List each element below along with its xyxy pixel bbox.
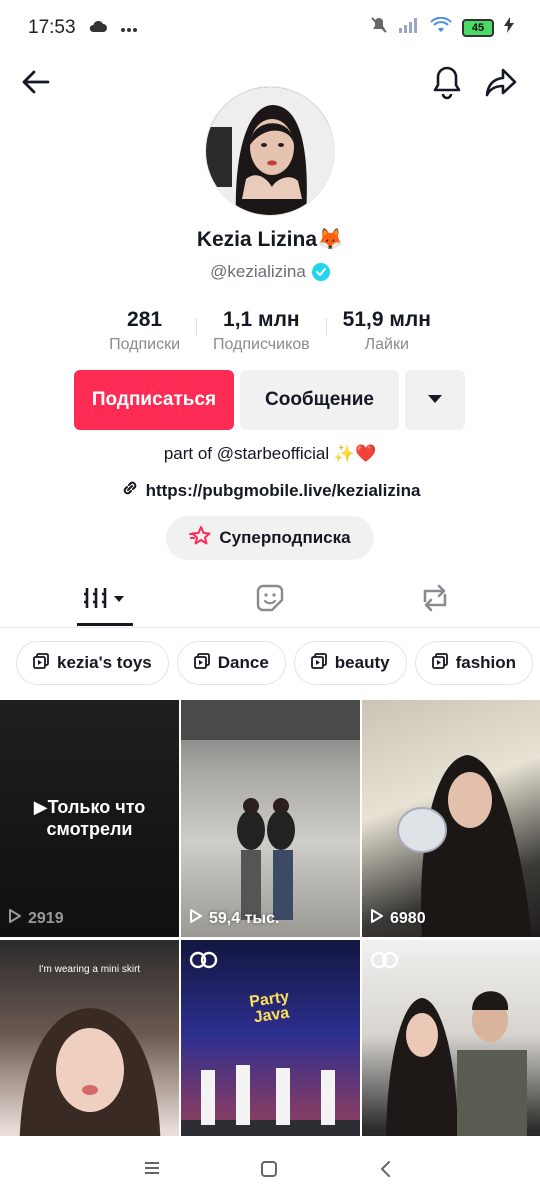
playlist-label: Dance [217, 653, 269, 672]
recently-watched-label: ▶Только что смотрели [33, 797, 146, 839]
system-nav-bar [0, 1140, 540, 1200]
video-thumbnail[interactable]: Party Java [181, 940, 360, 1136]
profile-name: Kezia Lizina🦊 [0, 228, 540, 252]
playlist-label: fashion [455, 653, 517, 672]
videos-grid-icon [83, 585, 127, 616]
profile-handle-row: @kezializina [0, 262, 540, 282]
following-label: Подписки [109, 336, 180, 353]
video-grid: ▶Только что смотрели 2919 59,4 тыс. 6980… [0, 700, 540, 1136]
profile-stats: 281 Подписки 1,1 млн Подписчиков 51,9 мл… [60, 308, 480, 358]
playlist-chip[interactable]: beauty [293, 641, 407, 685]
sticker-smile-icon [255, 583, 285, 618]
video-caption: I'm wearing a mini skirt [38, 964, 141, 975]
verified-badge-icon [311, 263, 330, 281]
link-icon [120, 478, 140, 503]
stat-following[interactable]: 281 Подписки [93, 308, 196, 354]
stage-sign: Party Java [248, 988, 291, 1027]
video-thumbnail[interactable]: 6980 [362, 700, 540, 937]
superfollow-label: Суперподписка [219, 528, 351, 547]
play-small-icon: ▶ [33, 797, 48, 817]
status-bar: 17:53 45 [0, 0, 540, 56]
playlist-icon [33, 652, 49, 674]
video-thumbnail[interactable]: 59,4 тыс. [181, 700, 360, 937]
caret-down-icon [427, 391, 443, 409]
likes-label: Лайки [364, 336, 409, 353]
profile-tabs [0, 572, 540, 628]
duo-scene [386, 991, 527, 1136]
share-icon[interactable] [484, 64, 518, 100]
signal-icon [398, 17, 420, 39]
playlist-icon [310, 652, 327, 674]
play-outline-icon [370, 908, 384, 929]
tab-liked[interactable] [246, 572, 294, 628]
playlist-chip[interactable]: Dance [176, 641, 286, 685]
mute-icon [370, 16, 388, 40]
back-arrow-icon[interactable] [20, 66, 52, 98]
playlist-label: beauty [334, 653, 390, 672]
tab-videos[interactable] [77, 572, 133, 628]
view-count: 59,4 тыс. [189, 908, 279, 929]
playlist-chip[interactable]: fashion [414, 641, 534, 685]
stage-scene [181, 1065, 360, 1136]
battery-icon: 45 [462, 19, 494, 37]
following-count: 281 [127, 308, 163, 331]
play-outline-icon [189, 908, 203, 929]
message-button[interactable]: Сообщение [240, 370, 399, 430]
active-tab-indicator [77, 623, 133, 626]
cloud-icon [88, 17, 108, 39]
superfollow-button[interactable]: Суперподписка [166, 516, 374, 560]
video-thumbnail[interactable]: ▶Только что смотрели 2919 [0, 700, 179, 937]
stat-likes[interactable]: 51,9 млн Лайки [327, 308, 447, 354]
bell-icon[interactable] [430, 64, 464, 100]
more-dots-icon [120, 17, 138, 39]
dance-scene [181, 700, 360, 920]
view-count: 2919 [8, 908, 64, 929]
repost-icon [419, 583, 451, 618]
menu-icon[interactable] [143, 1160, 161, 1181]
status-time: 17:53 [28, 17, 76, 38]
profile-name-text: Kezia Lizina [196, 228, 318, 251]
more-options-button[interactable] [405, 370, 465, 430]
likes-count: 51,9 млн [342, 308, 431, 331]
profile-page: 17:53 45 Kezia Lizina🦊 @kezializina 281 … [0, 0, 540, 1200]
video-thumbnail[interactable] [362, 940, 540, 1136]
playlist-chip[interactable]: kezia's toys [16, 641, 169, 685]
portrait-scene [397, 755, 532, 937]
superfollow-star-icon [189, 525, 211, 551]
avatar[interactable] [205, 86, 335, 216]
followers-count: 1,1 млн [223, 308, 300, 331]
playlist-chips: kezia's toys Dance beauty fashion [16, 641, 534, 685]
playlist-icon [193, 652, 210, 674]
video-thumbnail[interactable]: I'm wearing a mini skirt [0, 940, 179, 1136]
name-emoji: 🦊 [317, 228, 344, 251]
profile-handle: @kezializina [210, 262, 306, 281]
play-outline-icon [8, 908, 22, 929]
follow-button[interactable]: Подписаться [74, 370, 234, 430]
stat-followers[interactable]: 1,1 млн Подписчиков [197, 308, 326, 354]
playlist-icon [431, 652, 448, 674]
view-count: 6980 [370, 908, 426, 929]
link-text: https://pubgmobile.live/kezializina [145, 480, 421, 500]
profile-link[interactable]: https://pubgmobile.live/kezializina [0, 478, 540, 503]
profile-bio: part of @starbeofficial ✨❤️ [163, 444, 377, 463]
tab-reposts[interactable] [410, 572, 460, 628]
followers-label: Подписчиков [213, 336, 310, 353]
charging-icon [504, 17, 514, 39]
home-square-icon[interactable] [260, 1160, 278, 1183]
nav-back-icon[interactable] [379, 1160, 393, 1183]
playlist-label: kezia's toys [57, 653, 152, 672]
wifi-icon [430, 16, 452, 39]
